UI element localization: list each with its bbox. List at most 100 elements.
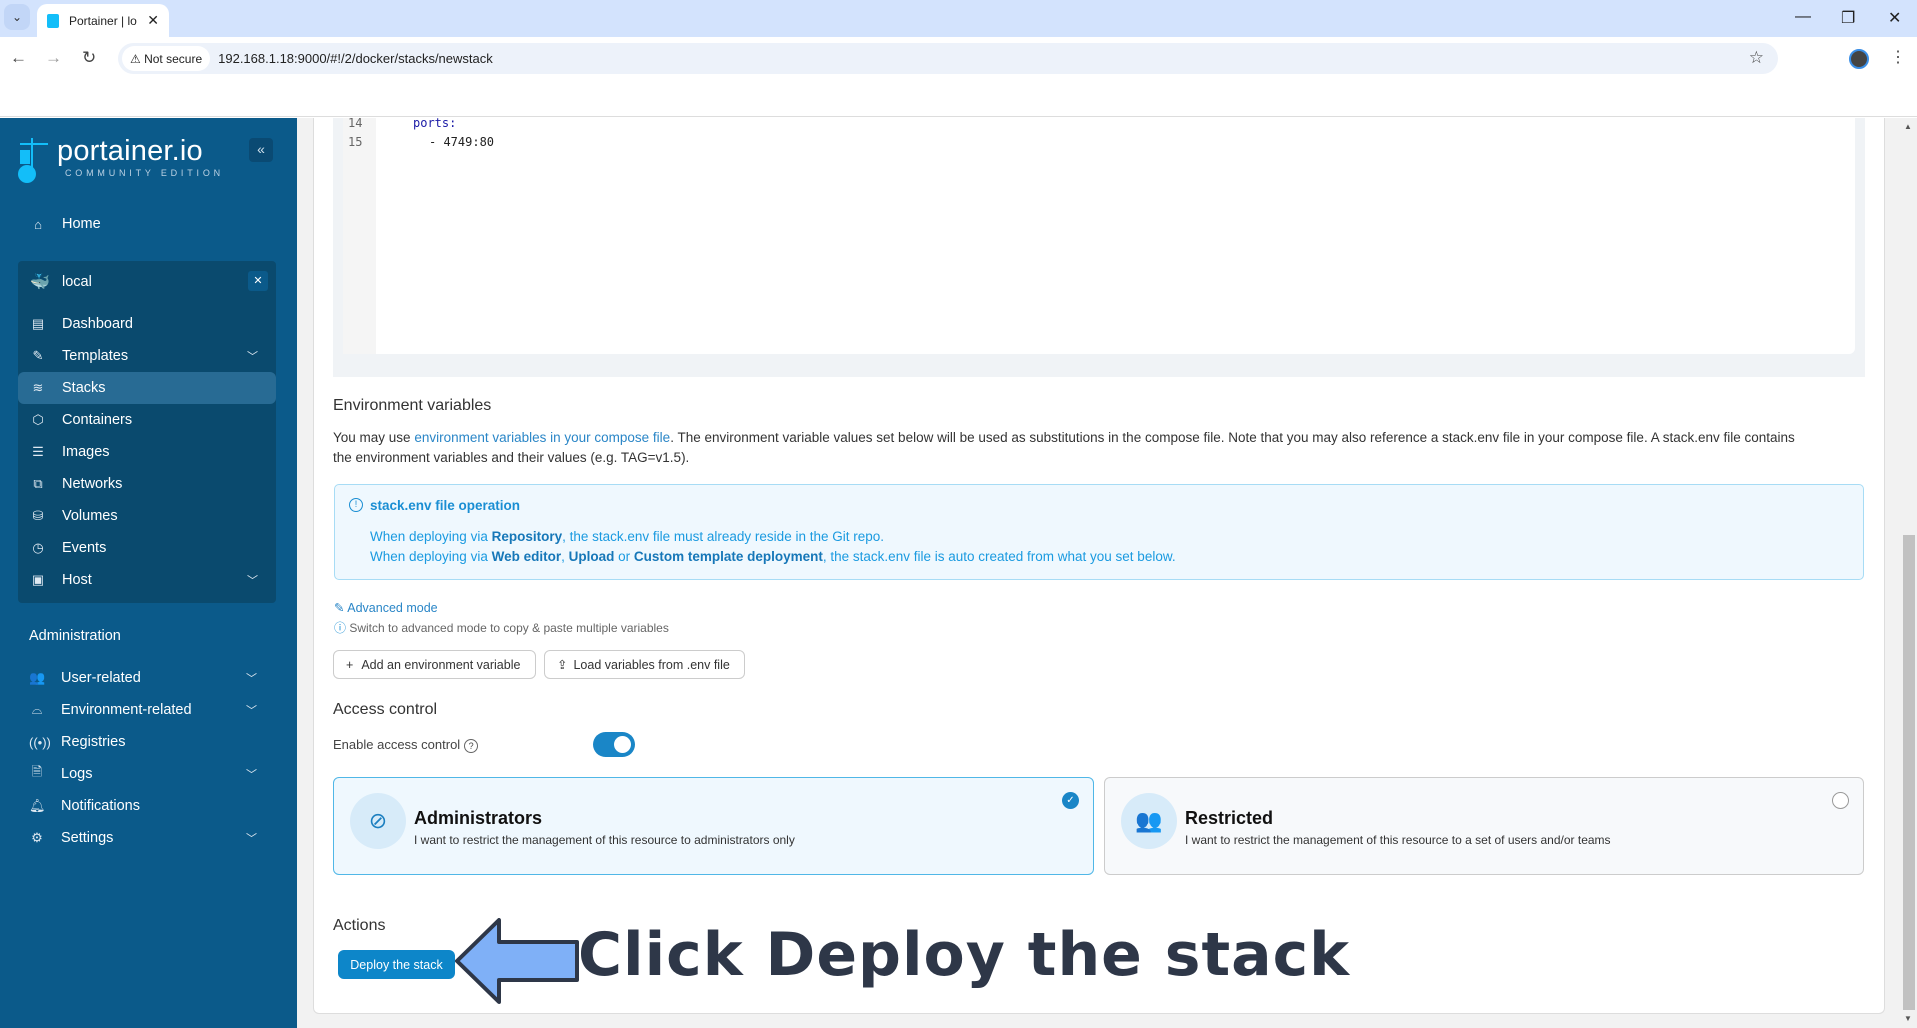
actions-heading: Actions [333,917,386,934]
host-icon: ▣ [31,572,45,587]
close-window-icon[interactable]: ✕ [1888,8,1901,28]
sidebar-item-label: User-related [61,670,141,686]
sidebar-item-registries[interactable]: ((•)) Registries [17,726,275,758]
sidebar-item-label: Templates [62,348,129,364]
restore-icon[interactable]: ❐ [1841,8,1855,28]
box-icon: ⬡ [32,412,44,427]
dashboard-icon: ▤ [31,316,45,331]
collapse-sidebar-button[interactable]: « [249,138,273,162]
profile-avatar[interactable] [1849,49,1869,69]
close-tab-icon[interactable]: ✕ [147,12,159,29]
text: Advanced mode [347,601,438,615]
users-icon: 👥 [1121,793,1177,849]
code-text: ports: [413,116,457,130]
sidebar-item-dashboard[interactable]: ▤ Dashboard [18,308,276,340]
sidebar-item-user-related[interactable]: 👥 User-related ﹀ [17,662,275,694]
sidebar-item-notifications[interactable]: 🔔︎ Notifications [17,790,275,822]
option-description: I want to restrict the management of thi… [414,833,795,847]
deploy-stack-button[interactable]: Deploy the stack [338,950,455,979]
tab-search-button[interactable]: ⌄ [4,4,30,30]
text: You may use [333,430,415,445]
portainer-favicon-icon [47,13,59,28]
forward-icon[interactable]: → [45,48,62,68]
url-text[interactable]: 192.168.1.18:9000/#!/2/docker/stacks/new… [218,51,493,66]
access-control-toggle[interactable] [593,732,635,757]
logo-subtitle: COMMUNITY EDITION [65,168,224,178]
radio-icon: ((•)) [29,734,51,750]
access-option-restricted[interactable]: 👥 Restricted I want to restrict the mana… [1104,777,1864,875]
text: Repository [491,529,563,544]
help-icon[interactable]: ? [464,739,479,753]
chevron-down-icon[interactable]: ﹀ [247,348,258,364]
text: Upload [568,549,615,564]
browser-tab[interactable]: Portainer | lo ✕ [37,4,169,37]
chevron-down-icon[interactable]: ﹀ [246,766,257,782]
text: , [561,549,569,564]
load-env-file-button[interactable]: ⇪ Load variables from .env file [544,650,745,679]
access-option-administrators[interactable]: ⊘ Administrators I want to restrict the … [333,777,1094,875]
bell-icon: 🔔︎ [29,798,46,813]
minimize-icon[interactable]: — [1795,8,1811,26]
env-vars-docs-link[interactable]: environment variables in your compose fi… [414,430,670,445]
text: Add an environment variable [361,657,521,672]
line-number: 14 [348,116,363,130]
chevron-down-icon[interactable]: ﹀ [247,572,258,588]
sidebar-item-networks[interactable]: ⧉ Networks [18,468,276,500]
docker-icon: 🐳 [30,274,50,291]
sidebar-item-label: Containers [62,412,133,428]
bookmark-star-icon[interactable]: ☆ [1749,48,1764,68]
browser-menu-icon[interactable]: ⋮ [1890,47,1906,67]
chevron-down-icon[interactable]: ﹀ [246,830,257,846]
text: , the stack.env file must already reside… [562,529,884,544]
sidebar-item-settings[interactable]: ⚙ Settings ﹀ [17,822,275,854]
network-icon: ⧉ [33,476,43,491]
scroll-down-icon[interactable]: ▼ [1904,1014,1912,1023]
warning-icon: ⚠ [130,51,145,66]
compose-editor[interactable] [343,118,1855,354]
back-icon[interactable]: ← [10,48,27,68]
sidebar-item-label: Dashboard [62,316,133,332]
scrollbar-thumb[interactable] [1903,535,1915,1010]
list-icon: ☰ [32,444,44,459]
sidebar-item-label: Registries [61,734,126,750]
users-icon: 👥 [29,670,46,685]
clear-environment-button[interactable]: ✕ [248,271,268,291]
address-bar[interactable]: ⚠ Not secure 192.168.1.18:9000/#!/2/dock… [118,43,1778,74]
add-env-variable-button[interactable]: + Add an environment variable [333,650,536,679]
database-icon: ⛁ [32,508,44,523]
sidebar-item-logs[interactable]: 🗎 Logs ﹀ [17,758,275,790]
sidebar-item-volumes[interactable]: ⛁ Volumes [18,500,276,532]
code-line[interactable]: - 4749:80 [429,135,494,149]
info-title: stack.env file operation [370,498,521,513]
scroll-up-icon[interactable]: ▲ [1904,122,1912,131]
tab-title: Portainer | lo [69,13,137,28]
sidebar-item-containers[interactable]: ⬡ Containers [18,404,276,436]
security-chip[interactable]: ⚠ Not secure [122,46,211,71]
sidebar-item-templates[interactable]: ✎ Templates ﹀ [18,340,276,372]
chevron-down-icon[interactable]: ﹀ [246,702,257,718]
checked-icon[interactable]: ✓ [1062,792,1079,809]
edit-icon: ✎ [32,348,44,363]
advanced-mode-link[interactable]: ✎ Advanced mode [334,600,438,615]
code-line[interactable]: ports: [413,116,456,130]
page-scrollbar[interactable]: ▲ ▼ [1900,118,1917,1028]
option-title: Restricted [1185,808,1274,828]
sidebar-item-label: Settings [61,830,114,846]
sidebar-item-stacks[interactable]: ≋ Stacks [18,372,276,404]
enable-access-control-label: Enable access control? [333,737,479,753]
sidebar-item-label: Stacks [62,380,106,396]
sidebar-item-environment-related[interactable]: ⌓ Environment-related ﹀ [17,694,275,726]
sidebar-item-home[interactable]: ⌂ Home [18,208,276,240]
eye-off-icon: ⊘ [350,793,406,849]
text: Web editor [491,549,562,564]
environment-header[interactable]: 🐳 local [18,266,276,298]
radio-button[interactable] [1832,792,1849,809]
chevron-down-icon[interactable]: ﹀ [246,670,257,686]
sidebar-item-events[interactable]: ◷ Events [18,532,276,564]
edit-icon: ✎ [334,601,348,615]
sidebar-item-images[interactable]: ☰ Images [18,436,276,468]
sidebar-item-host[interactable]: ▣ Host ﹀ [18,564,276,596]
reload-icon[interactable]: ↻ [82,48,96,68]
sidebar-item-label: Images [62,444,110,460]
sidebar-item-label: Environment-related [61,702,192,718]
